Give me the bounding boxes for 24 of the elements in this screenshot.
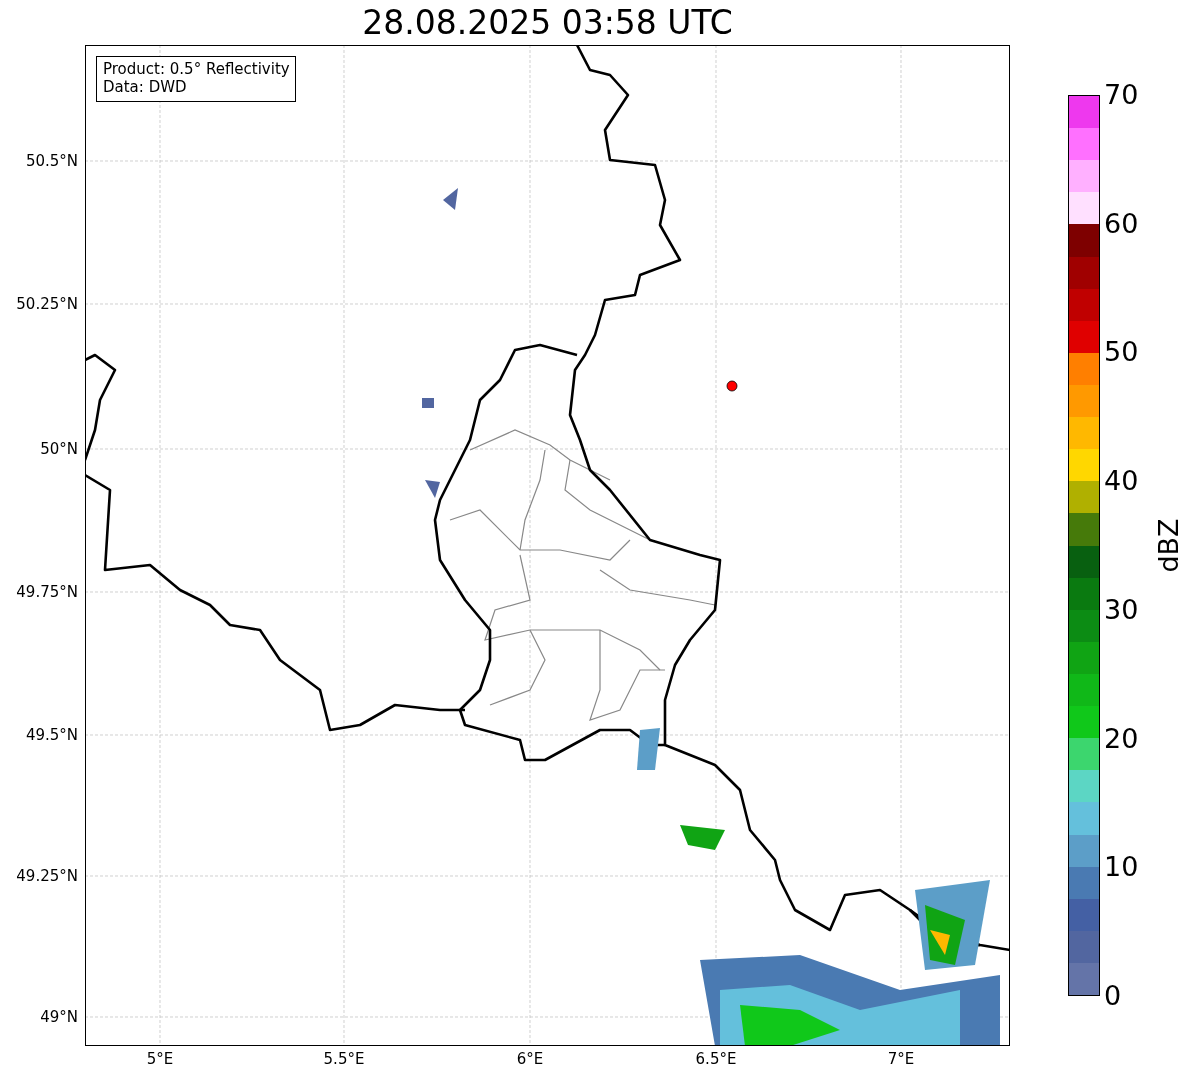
legend-text: Data: DWD: [103, 78, 188, 96]
colorbar-tick-label: 50: [1104, 336, 1139, 369]
colorbar-tick-label: 30: [1104, 593, 1139, 626]
colorbar-label: dBZ: [1153, 518, 1184, 573]
axis-tick-label: 50°N: [40, 440, 78, 458]
chart-title: 28.08.2025 03:58 UTC: [361, 2, 734, 44]
axis-tick-label: 49.25°N: [16, 867, 78, 885]
axis-tick-label: 50.25°N: [16, 295, 78, 313]
axis-tick-label: 5.5°E: [322, 1050, 366, 1068]
axis-tick-label: 49.75°N: [16, 583, 78, 601]
axis-tick-label: 6°E: [515, 1050, 545, 1068]
colorbar-tick-label: 60: [1104, 207, 1139, 240]
axis-tick-label: 49°N: [40, 1008, 78, 1026]
axis-tick-label: 5°E: [145, 1050, 175, 1068]
axis-tick-label: 49.5°N: [25, 726, 78, 744]
legend-text: Product: 0.5° Reflectivity: [103, 60, 290, 78]
colorbar-tick-label: 40: [1104, 465, 1139, 498]
colorbar-tick-label: 10: [1104, 851, 1139, 884]
colorbar-tick-label: 0: [1104, 980, 1122, 1012]
axis-tick-label: 7°E: [886, 1050, 916, 1068]
axis-tick-label: 50.5°N: [25, 152, 78, 170]
axis-tick-label: 6.5°E: [694, 1050, 738, 1068]
colorbar-tick-label: 70: [1104, 79, 1139, 111]
colorbar-tick-label: 20: [1104, 722, 1139, 755]
